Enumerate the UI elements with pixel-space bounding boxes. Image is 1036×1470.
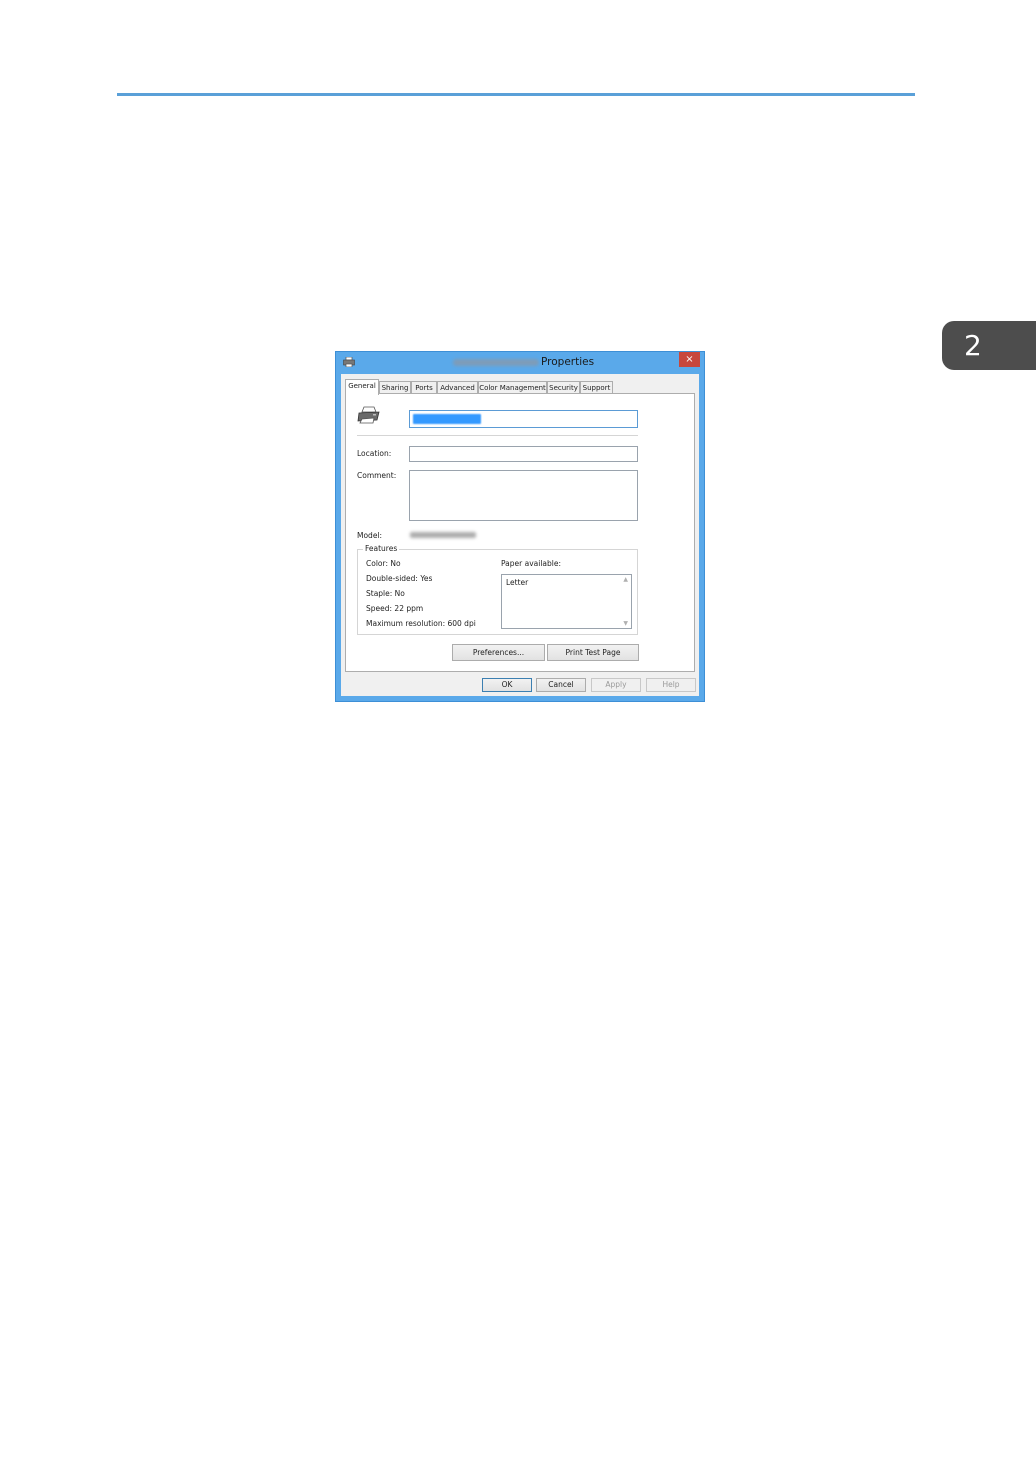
feature-staple: Staple: No xyxy=(366,589,405,598)
scroll-up-icon[interactable]: ▲ xyxy=(623,576,628,583)
feature-color: Color: No xyxy=(366,559,401,568)
scroll-down-icon[interactable]: ▼ xyxy=(623,620,628,627)
feature-speed: Speed: 22 ppm xyxy=(366,604,424,613)
close-button[interactable]: × xyxy=(679,352,700,367)
model-value-redacted xyxy=(410,532,476,538)
printer-name-field[interactable] xyxy=(409,410,638,428)
close-icon: × xyxy=(685,354,694,365)
printer-icon xyxy=(357,406,380,424)
separator xyxy=(357,435,638,436)
feature-max-resolution: Maximum resolution: 600 dpi xyxy=(366,619,476,628)
features-group: Features Color: No Double-sided: Yes Sta… xyxy=(357,544,638,635)
print-test-page-button[interactable]: Print Test Page xyxy=(547,644,639,661)
window-title: Properties xyxy=(541,356,595,368)
dialog-client-area: General Sharing Ports Advanced Color Man… xyxy=(341,374,699,696)
location-label: Location: xyxy=(357,449,392,458)
cancel-button[interactable]: Cancel xyxy=(536,678,586,692)
title-bar[interactable]: Properties × xyxy=(336,352,704,373)
printer-properties-dialog: Properties × General Sharing Ports Advan… xyxy=(335,351,705,702)
printer-icon xyxy=(343,357,355,367)
general-tab-panel: Location: Comment: Model: Features Color… xyxy=(345,393,695,672)
apply-button[interactable]: Apply xyxy=(591,678,641,692)
header-rule xyxy=(117,93,915,96)
chapter-tab: 2 xyxy=(942,321,1036,370)
model-label: Model: xyxy=(357,531,383,540)
help-button[interactable]: Help xyxy=(646,678,696,692)
paper-item-letter[interactable]: Letter xyxy=(506,578,528,587)
paper-available-list[interactable]: Letter ▲ ▼ xyxy=(501,574,632,629)
paper-available-label: Paper available: xyxy=(501,559,562,568)
ok-button[interactable]: OK xyxy=(482,678,532,692)
feature-double-sided: Double-sided: Yes xyxy=(366,574,433,583)
comment-field[interactable] xyxy=(409,470,638,521)
preferences-button[interactable]: Preferences... xyxy=(452,644,545,661)
printer-name-redacted xyxy=(453,359,539,366)
location-field[interactable] xyxy=(409,446,638,462)
comment-label: Comment: xyxy=(357,471,397,480)
tab-general[interactable]: General xyxy=(345,379,379,395)
printer-name-selection-redacted xyxy=(413,414,481,424)
features-legend: Features xyxy=(363,544,400,553)
